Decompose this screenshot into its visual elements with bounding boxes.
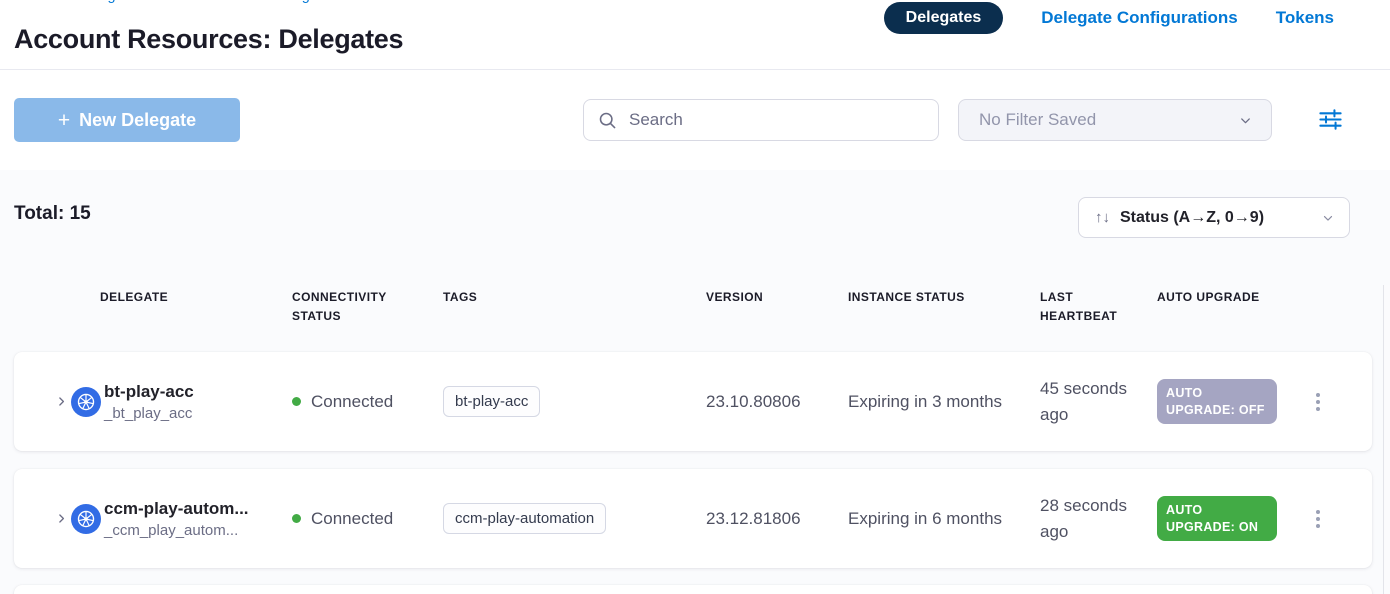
total-count: Total: 15 — [14, 203, 91, 225]
connectivity-status: Connected — [311, 509, 393, 529]
kebab-menu-icon[interactable] — [1310, 387, 1326, 417]
column-header-auto-upgrade: AUTO UPGRADE — [1157, 288, 1300, 325]
search-input[interactable] — [627, 109, 924, 131]
delegate-version: 23.12.81806 — [706, 506, 848, 532]
delegate-identifier: _bt_play_acc — [104, 405, 194, 422]
row-expand-chevron-icon[interactable] — [55, 395, 68, 408]
instance-status: Expiring in 6 months — [848, 506, 1040, 532]
table-row-partial[interactable] — [14, 585, 1372, 594]
row-expand-chevron-icon[interactable] — [55, 512, 68, 525]
column-header-last-heartbeat: LAST HEARTBEAT — [1040, 288, 1157, 325]
delegate-tag-chip: bt-play-acc — [443, 386, 540, 417]
auto-upgrade-badge: AUTO UPGRADE: OFF — [1157, 379, 1277, 425]
page-header: Account Settings / Account Resources / D… — [0, 0, 1390, 70]
saved-filter-value: No Filter Saved — [979, 110, 1096, 130]
delegate-name[interactable]: ccm-play-autom... — [104, 499, 249, 519]
tab-tokens[interactable]: Tokens — [1276, 8, 1334, 28]
sort-select[interactable]: ↑↓ Status (A→Z, 0→9) — [1078, 197, 1350, 238]
kubernetes-icon — [71, 504, 101, 534]
connected-status-dot-icon — [292, 514, 301, 523]
sort-arrows-icon: ↑↓ — [1095, 209, 1110, 226]
vertical-scrollbar[interactable] — [1383, 285, 1390, 594]
search-box[interactable] — [583, 99, 939, 141]
connected-status-dot-icon — [292, 397, 301, 406]
column-header-delegate: DELEGATE — [14, 288, 292, 325]
new-delegate-button-label: New Delegate — [79, 110, 196, 131]
plus-icon: + — [58, 110, 70, 131]
delegate-name[interactable]: bt-play-acc — [104, 382, 194, 402]
saved-filter-select[interactable]: No Filter Saved — [958, 99, 1272, 141]
table-header-row: DELEGATE CONNECTIVITY STATUS TAGS VERSIO… — [14, 288, 1372, 325]
chevron-down-icon — [1321, 211, 1335, 225]
chevron-down-icon — [1238, 113, 1253, 128]
kebab-menu-icon[interactable] — [1310, 504, 1326, 534]
auto-upgrade-badge: AUTO UPGRADE: ON — [1157, 496, 1277, 542]
delegates-list-section: Total: 15 ↑↓ Status (A→Z, 0→9) DELEGATE … — [0, 170, 1390, 594]
kubernetes-icon — [71, 387, 101, 417]
column-header-version: VERSION — [706, 288, 848, 325]
instance-status: Expiring in 3 months — [848, 389, 1040, 415]
page-title: Account Resources: Delegates — [14, 24, 403, 55]
column-header-tags: TAGS — [443, 288, 706, 325]
tab-delegates[interactable]: Delegates — [884, 2, 1004, 34]
tab-delegate-configurations[interactable]: Delegate Configurations — [1041, 8, 1237, 28]
toolbar: + New Delegate No Filter Saved — [0, 70, 1390, 171]
sort-value: Status (A→Z, 0→9) — [1120, 209, 1264, 227]
last-heartbeat: 45 seconds ago — [1040, 376, 1157, 427]
resource-tabs: Delegates Delegate Configurations Tokens — [884, 0, 1334, 36]
delegate-version: 23.10.80806 — [706, 389, 848, 415]
search-icon — [598, 111, 617, 130]
connectivity-status: Connected — [311, 392, 393, 412]
filter-sliders-icon — [1317, 106, 1344, 133]
table-row[interactable]: bt-play-acc _bt_play_acc Connected bt-pl… — [14, 352, 1372, 451]
new-delegate-button[interactable]: + New Delegate — [14, 98, 240, 142]
delegate-identifier: _ccm_play_autom... — [104, 522, 249, 539]
breadcrumb[interactable]: Account Settings / Account Resources / D… — [14, 0, 337, 4]
column-header-instance-status: INSTANCE STATUS — [848, 288, 1040, 325]
table-row[interactable]: ccm-play-autom... _ccm_play_autom... Con… — [14, 469, 1372, 568]
delegate-tag-chip: ccm-play-automation — [443, 503, 606, 534]
filter-panel-button[interactable] — [1312, 101, 1348, 137]
column-header-connectivity-status: CONNECTIVITY STATUS — [292, 288, 443, 325]
last-heartbeat: 28 seconds ago — [1040, 493, 1157, 544]
